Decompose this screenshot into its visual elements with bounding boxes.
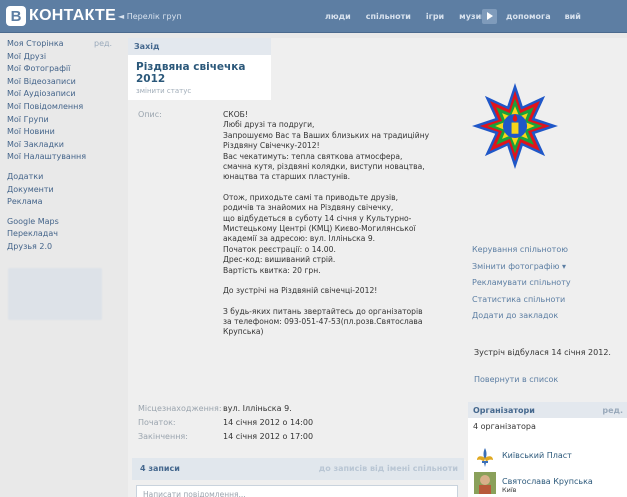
sidebar-item-translator[interactable]: Перекладач	[0, 228, 128, 241]
sidebar-item-audio[interactable]: Мої Аудіозаписи	[0, 88, 128, 101]
sidebar-edit-link[interactable]: ред.	[94, 38, 112, 51]
sidebar-item-messages[interactable]: Мої Повідомлення	[0, 101, 128, 114]
organizers-header: Організатори ред.	[468, 402, 627, 418]
change-status-link[interactable]: змінити статус	[128, 85, 271, 95]
manage-community-link[interactable]: Керування спільнотою	[472, 245, 571, 262]
top-bar: B КОНТАКТЕ ◄ Перелік груп люди спільноти…	[0, 0, 627, 33]
sidebar-item-friends2[interactable]: Друзья 2.0	[0, 241, 128, 254]
top-nav: люди спільноти ігри музика	[325, 12, 507, 21]
description-paragraph: До зустрічі на Різдвяній свічечці-2012!	[223, 286, 378, 296]
event-header: Захід Різдвяна свічечка 2012 змінити ста…	[128, 38, 271, 100]
sidebar-item-groups[interactable]: Мої Групи	[0, 114, 128, 127]
organizers-block: Організатори ред. 4 організатора Київськ…	[468, 402, 627, 497]
avatar	[474, 472, 496, 494]
organizers-title[interactable]: Організатори	[473, 406, 535, 415]
organizer-item[interactable]: Святослава Крупська Київ	[474, 472, 624, 496]
start-row: Початок: 14 січня 2012 о 14:00	[128, 418, 464, 430]
sidebar-item-google-maps[interactable]: Google Maps	[0, 216, 128, 229]
organizer-name[interactable]: Святослава Крупська	[502, 477, 593, 486]
nav-logout[interactable]: вий	[565, 12, 581, 21]
nav-help[interactable]: допомога	[506, 12, 551, 21]
description-paragraph: Отож, приходьте самі та приводьте друзів…	[223, 192, 416, 275]
event-star-image[interactable]	[472, 83, 558, 169]
vk-logo[interactable]: B КОНТАКТЕ	[6, 6, 116, 26]
organizers-count: 4 організатора	[473, 422, 536, 431]
sidebar-ad-block[interactable]	[8, 267, 102, 320]
organizer-city: Київ	[502, 486, 517, 494]
change-photo-link[interactable]: Змінити фотографію ▾	[472, 262, 571, 279]
right-panel: Керування спільнотою Змінити фотографію …	[464, 38, 627, 497]
sidebar-item-my-page[interactable]: Моя Сторінка ред.	[0, 38, 128, 51]
play-icon[interactable]	[482, 9, 497, 24]
nav-games[interactable]: ігри	[426, 12, 444, 21]
location-value[interactable]: вул. Ілліньска 9.	[223, 404, 292, 413]
sidebar-item-bookmarks[interactable]: Мої Закладки	[0, 139, 128, 152]
description-paragraph: СКОБ! Любі друзі та подруги, Запрошуємо …	[223, 110, 430, 182]
plast-lily-icon	[477, 448, 493, 467]
organizers-edit-link[interactable]: ред.	[602, 406, 623, 415]
advertise-community-link[interactable]: Рекламувати спільноту	[472, 278, 571, 295]
start-value: 14 січня 2012 о 14:00	[223, 418, 314, 427]
posts-bar: 4 записи до записів від імені спільноти	[132, 458, 464, 480]
nav-people[interactable]: люди	[325, 12, 351, 21]
sidebar-item-ads[interactable]: Реклама	[0, 196, 128, 209]
sidebar-item-documents[interactable]: Документи	[0, 184, 128, 197]
description-label: Опис:	[138, 110, 162, 119]
sidebar-item-apps[interactable]: Додатки	[0, 171, 128, 184]
organizer-item[interactable]: Київський Пласт	[474, 446, 624, 470]
logo-icon: B	[6, 6, 26, 26]
top-nav-right: допомога вий	[506, 12, 595, 21]
logo-text: КОНТАКТЕ	[29, 7, 117, 24]
nav-communities[interactable]: спільноти	[366, 12, 411, 21]
posts-count[interactable]: 4 записи	[140, 464, 180, 473]
end-value: 14 січня 2012 о 17:00	[223, 432, 314, 441]
post-message-input[interactable]: Написати повідомлення...	[136, 485, 458, 497]
posts-as-community-link[interactable]: до записів від імені спільноти	[319, 464, 458, 473]
section-label: Захід	[128, 38, 271, 55]
add-bookmark-link[interactable]: Додати до закладок	[472, 311, 571, 328]
location-label: Місцезнаходження:	[138, 404, 222, 413]
sidebar-item-friends[interactable]: Мої Друзі	[0, 51, 128, 64]
description-paragraph: З будь-яких питань звертайтесь до органі…	[223, 306, 423, 337]
community-actions: Керування спільнотою Змінити фотографію …	[472, 245, 571, 328]
event-title: Різдвяна свічечка 2012	[136, 61, 246, 85]
sidebar-item-videos[interactable]: Мої Відеозаписи	[0, 76, 128, 89]
left-sidebar: Моя Сторінка ред. Мої Друзі Мої Фотограф…	[0, 38, 128, 497]
sidebar-item-photos[interactable]: Мої Фотографії	[0, 63, 128, 76]
community-stats-link[interactable]: Статистика спільноти	[472, 295, 571, 312]
location-row: Місцезнаходження: вул. Ілліньска 9.	[128, 404, 464, 416]
event-description: СКОБ! Любі друзі та подруги, Запрошуємо …	[223, 110, 461, 348]
sidebar-item-settings[interactable]: Мої Налаштування	[0, 151, 128, 164]
organizer-name[interactable]: Київський Пласт	[502, 451, 572, 460]
end-row: Закінчення: 14 січня 2012 о 17:00	[128, 432, 464, 444]
start-label: Початок:	[138, 418, 176, 427]
meeting-status: Зустріч відбулася 14 січня 2012.	[474, 348, 611, 357]
end-label: Закінчення:	[138, 432, 188, 441]
back-to-groups-link[interactable]: ◄ Перелік груп	[118, 12, 182, 21]
back-to-list-link[interactable]: Повернути в список	[474, 375, 558, 384]
sidebar-item-label: Моя Сторінка	[7, 39, 64, 48]
event-main-panel: Захід Різдвяна свічечка 2012 змінити ста…	[128, 38, 464, 497]
sidebar-item-news[interactable]: Мої Новини	[0, 126, 128, 139]
